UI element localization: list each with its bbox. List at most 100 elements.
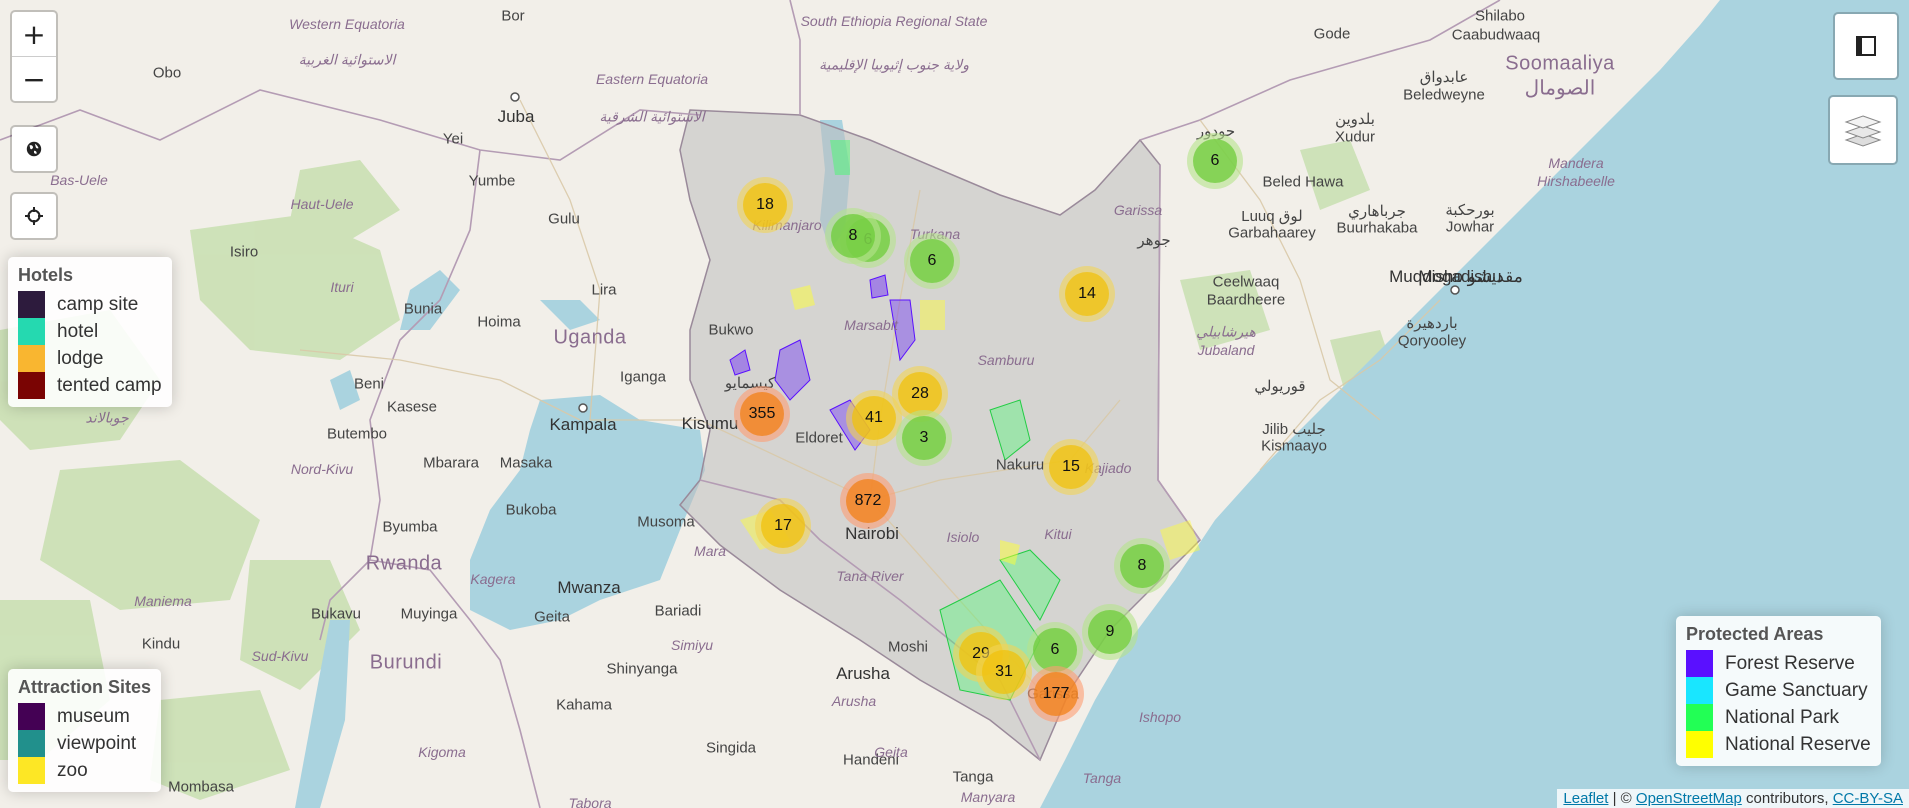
layers-button[interactable]	[1828, 95, 1898, 165]
town-label: Masaka	[499, 454, 553, 472]
region-label: الاستوائية الشرقية	[599, 108, 705, 125]
marker-cluster[interactable]: 8	[1114, 538, 1170, 594]
town-label: Obo	[152, 64, 182, 82]
map-container[interactable]: Uganda Rwanda Burundi Soomaaliya الصومال Juba…	[0, 0, 1909, 808]
basemap[interactable]	[0, 0, 1909, 808]
town-label: Beledweyne	[1403, 86, 1485, 104]
region-label: Samburu	[977, 352, 1035, 368]
marker-cluster[interactable]: 3	[896, 410, 952, 466]
attractions-legend: Attraction Sites museum viewpoint zoo	[8, 669, 162, 792]
town-label: باردهيرة	[1406, 315, 1458, 332]
legend-swatch	[1686, 704, 1713, 731]
legend-swatch	[18, 372, 45, 399]
region-label: Garissa	[1113, 202, 1163, 218]
cluster-count: 17	[761, 504, 805, 548]
region-label: Ishopo	[1138, 709, 1182, 725]
marker-cluster[interactable]: 18	[737, 177, 793, 233]
leaflet-link[interactable]: Leaflet	[1563, 790, 1608, 807]
town-label: Baardheere	[1206, 291, 1286, 309]
town-label: Hoima	[477, 313, 521, 331]
layers-icon	[1844, 115, 1882, 147]
reset-view-button[interactable]	[12, 127, 56, 171]
region-label: Arusha	[831, 693, 877, 709]
marker-cluster[interactable]: 9	[1082, 604, 1138, 660]
osm-link[interactable]: OpenStreetMap	[1636, 790, 1742, 807]
region-label: Simiyu	[670, 637, 714, 653]
town-label: Gulu	[548, 210, 580, 228]
marker-cluster[interactable]: 14	[1059, 266, 1115, 322]
zoom-control: + −	[10, 10, 58, 103]
country-label: الصومال	[1524, 77, 1596, 100]
region-label: جوبالاند	[85, 409, 129, 426]
town-label: جوهر	[1137, 232, 1171, 249]
region-label: Geita	[874, 744, 908, 760]
cluster-count: 3	[902, 416, 946, 460]
attribution-separator: | ©	[1608, 790, 1636, 807]
town-label: قوريولي	[1254, 378, 1306, 395]
region-label: Jubaland	[1197, 342, 1255, 358]
town-label: Beni	[353, 375, 385, 393]
locate-button[interactable]	[12, 194, 56, 238]
town-label: Bukwo	[708, 321, 754, 339]
marker-cluster[interactable]: 17	[755, 498, 811, 554]
legend-item: zoo	[18, 757, 151, 784]
town-label: Mbarara	[423, 454, 479, 472]
cluster-count: 14	[1065, 272, 1109, 316]
marker-cluster[interactable]: 177	[1028, 666, 1084, 722]
protected-legend-title: Protected Areas	[1686, 624, 1824, 644]
marker-cluster[interactable]: 355	[734, 386, 790, 442]
license-link[interactable]: CC-BY-SA	[1833, 790, 1903, 807]
zoom-in-button[interactable]: +	[12, 12, 56, 56]
legend-item: tented camp	[18, 372, 162, 399]
town-label: Kismaayo	[1261, 437, 1327, 455]
legend-swatch	[1686, 731, 1713, 758]
hotels-legend-title: Hotels	[18, 265, 74, 285]
town-label: Luuq لوق	[1241, 208, 1303, 225]
region-label: Manyara	[960, 789, 1016, 805]
ruler-icon	[1856, 36, 1876, 56]
town-label: Shinyanga	[606, 660, 678, 678]
marker-cluster[interactable]: 6	[1187, 133, 1243, 189]
cluster-count: 8	[1120, 544, 1164, 588]
town-label: Yumbe	[468, 172, 516, 190]
marker-cluster[interactable]: 6	[904, 233, 960, 289]
region-label: الاستوائية الغربية	[298, 51, 396, 68]
legend-swatch	[18, 345, 45, 372]
region-label: Hirshabeelle	[1537, 173, 1615, 189]
region-label: ولاية جنوب إثيوبيا الإقليمية	[819, 56, 969, 73]
region-label: Marsabit	[844, 317, 898, 333]
town-label: عابدواق	[1419, 69, 1469, 86]
reset-view-control	[10, 125, 58, 173]
legend-label: camp site	[57, 293, 139, 315]
region-label: Mara	[694, 543, 726, 559]
marker-cluster[interactable]: 15	[1043, 439, 1099, 495]
town-label: Lira	[591, 281, 617, 299]
marker-cluster[interactable]: 31	[976, 644, 1032, 700]
cluster-count: 872	[846, 479, 890, 523]
town-label: Byumba	[382, 518, 438, 536]
measure-button[interactable]	[1833, 12, 1899, 80]
globe-icon	[26, 141, 42, 157]
legend-item: National Reserve	[1686, 731, 1871, 758]
legend-label: zoo	[57, 759, 88, 781]
cluster-count: 18	[743, 183, 787, 227]
town-label: Qoryooley	[1397, 332, 1467, 350]
legend-item: camp site	[18, 291, 162, 318]
town-label: Mombasa	[168, 778, 234, 796]
town-label: Bukavu	[310, 605, 362, 623]
region-label: Western Equatoria	[289, 16, 405, 32]
region-label: Kigoma	[418, 744, 466, 760]
town-label: بورحكبة	[1445, 202, 1495, 219]
country-label: Uganda	[553, 326, 627, 349]
crosshair-icon	[25, 207, 43, 225]
zoom-out-button[interactable]: −	[12, 56, 56, 101]
town-label: Shilabo	[1474, 7, 1526, 25]
region-label: Eastern Equatoria	[595, 71, 709, 87]
marker-cluster[interactable]: 872	[840, 473, 896, 529]
town-label: Eldoret	[795, 429, 843, 447]
marker-cluster[interactable]: 8	[825, 208, 881, 264]
cluster-count: 15	[1049, 445, 1093, 489]
town-label: Caabudwaaq	[1451, 26, 1541, 44]
legend-label: museum	[57, 705, 130, 727]
legend-item: museum	[18, 703, 151, 730]
